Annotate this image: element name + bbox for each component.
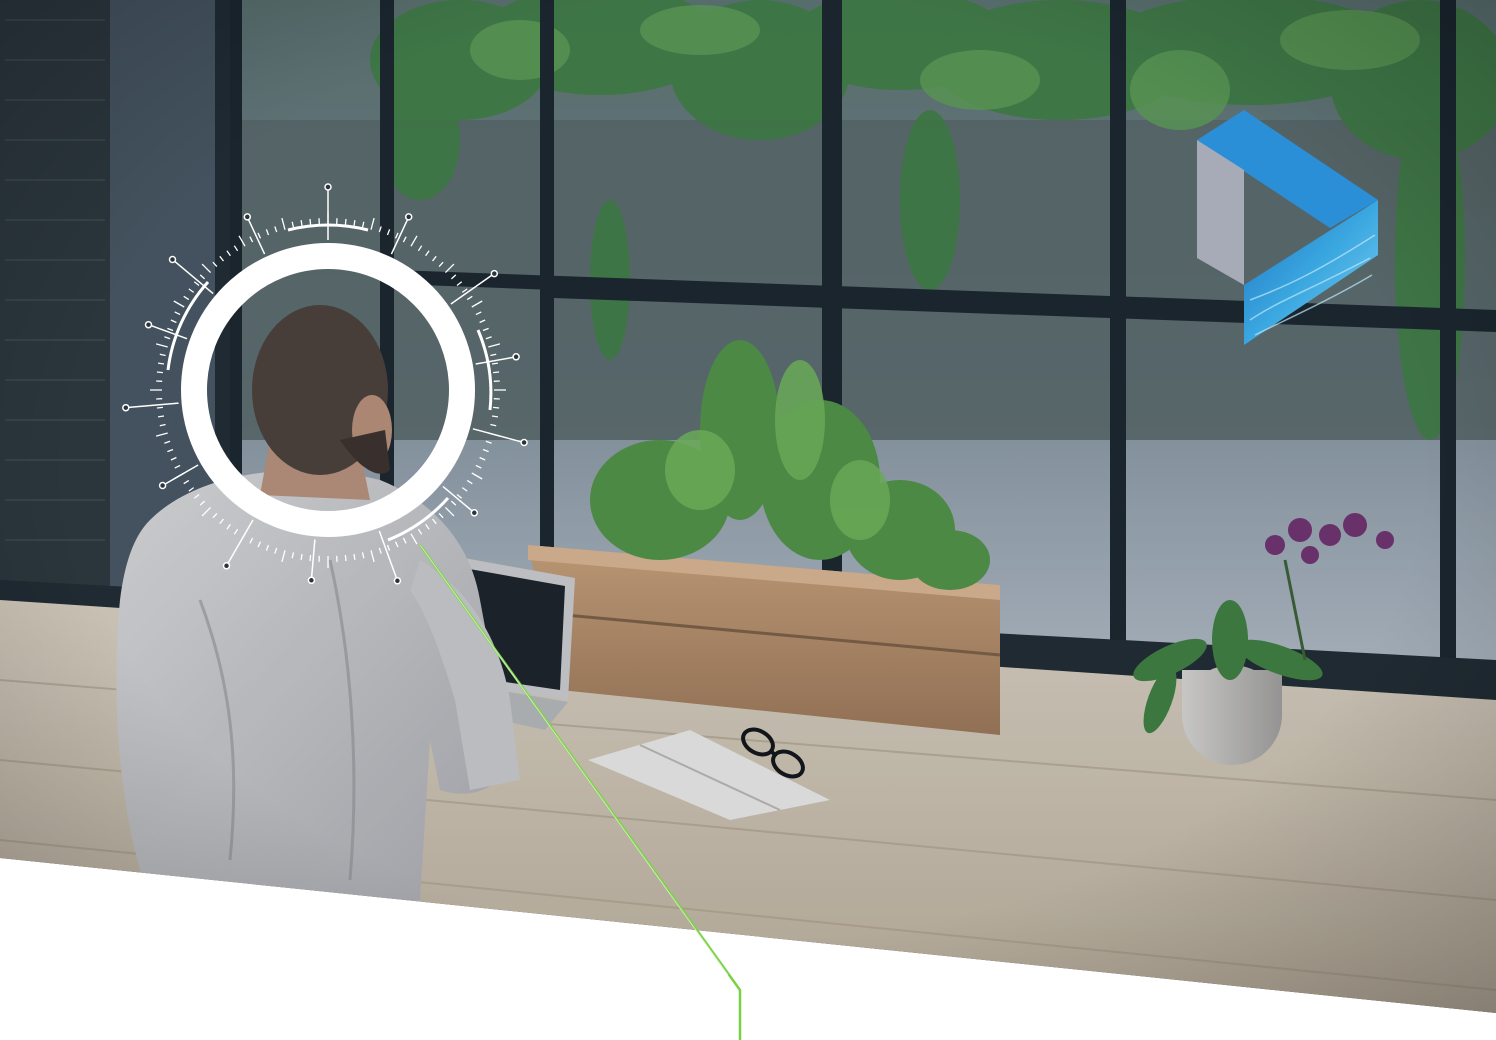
- scene: [0, 0, 1496, 1040]
- logo-icon: [1197, 110, 1378, 345]
